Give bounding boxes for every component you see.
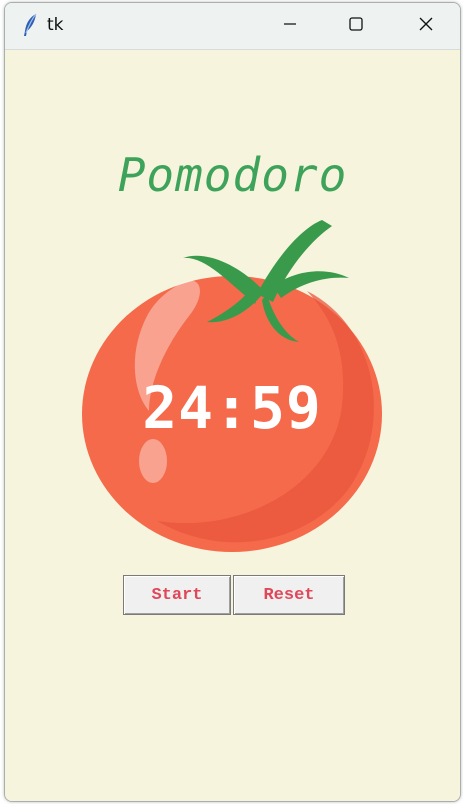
timer-display: 24:59 <box>142 374 322 442</box>
reset-button[interactable]: Reset <box>233 575 345 615</box>
title-bar[interactable]: tk <box>5 3 460 50</box>
close-icon <box>418 16 434 36</box>
maximize-icon <box>348 16 364 36</box>
app-window: tk Pomodoro 24:59 Start Reset <box>4 2 461 802</box>
start-button[interactable]: Start <box>123 575 231 615</box>
window-title: tk <box>47 15 64 35</box>
app-content: Pomodoro 24:59 Start Reset <box>5 50 460 801</box>
app-title: Pomodoro <box>117 148 348 202</box>
close-button[interactable] <box>391 3 460 49</box>
feather-icon <box>21 13 39 37</box>
minimize-icon <box>282 16 298 36</box>
minimize-button[interactable] <box>255 3 325 49</box>
maximize-button[interactable] <box>321 3 391 49</box>
